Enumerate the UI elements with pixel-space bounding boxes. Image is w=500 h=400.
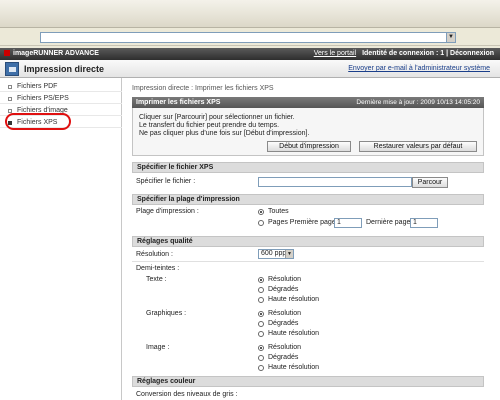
page-title: Impression directe: [24, 64, 105, 74]
option-label: Résolution: [268, 344, 302, 351]
product-logo: imageRUNNER ADVANCE: [4, 50, 99, 57]
panel-header: Imprimer les fichiers XPS Dernière mise …: [132, 97, 484, 108]
option-label: Dégradés: [268, 320, 299, 327]
last-page-input[interactable]: 1: [410, 218, 438, 228]
range-label: Plage d'impression :: [136, 208, 199, 215]
file-section-header: Spécifier le fichier XPS: [132, 162, 484, 173]
logo-mark-icon: [4, 50, 10, 56]
graphics-label: Graphiques :: [146, 310, 187, 317]
breadcrumb: Impression directe : Imprimer les fichie…: [132, 85, 274, 92]
instruction-line: Ne pas cliquer plus d'une fois sur [Débu…: [139, 130, 310, 137]
portal-link[interactable]: Vers le portail: [314, 50, 356, 57]
last-update: Dernière mise à jour : 2009 10/13 14:05:…: [356, 99, 480, 106]
option-label: Dégradés: [268, 286, 299, 293]
highlight-annotation: [5, 113, 71, 130]
address-dropdown-icon[interactable]: ▼: [446, 32, 456, 43]
sidebar-item-pdf[interactable]: Fichiers PDF: [0, 81, 122, 92]
image-resolution-radio[interactable]: [258, 345, 264, 351]
graphics-resolution-radio[interactable]: [258, 311, 264, 317]
text-high-res-radio[interactable]: [258, 297, 264, 303]
option-label: Résolution: [268, 276, 302, 283]
quality-section-header: Réglages qualité: [132, 236, 484, 247]
sidebar-item-ps-eps[interactable]: Fichiers PS/EPS: [0, 93, 122, 104]
restore-defaults-button[interactable]: Restaurer valeurs par défaut: [359, 141, 477, 152]
image-label: Image :: [146, 344, 170, 351]
option-label: Dégradés: [268, 354, 299, 361]
image-high-res-radio[interactable]: [258, 365, 264, 371]
text-gradation-radio[interactable]: [258, 287, 264, 293]
browser-address-row: ▼: [0, 28, 500, 46]
header-right: Vers le portail Identité de connexion : …: [313, 50, 494, 57]
address-bar[interactable]: [40, 32, 455, 43]
graphics-high-res-radio[interactable]: [258, 331, 264, 337]
file-label: Spécifier le fichier :: [136, 178, 196, 185]
text-label: Texte :: [146, 276, 167, 283]
divider: [132, 261, 484, 262]
email-admin-link[interactable]: Envoyer par e-mail à l'administrateur sy…: [348, 65, 490, 72]
login-id: 1: [440, 50, 445, 57]
option-label: Haute résolution: [268, 296, 319, 303]
resolution-select[interactable]: 600 ppp ▼: [258, 249, 294, 259]
resolution-label: Résolution :: [136, 251, 173, 258]
page-title-bar: Impression directe Envoyer par e-mail à …: [0, 60, 500, 78]
logout-link[interactable]: Déconnexion: [450, 50, 494, 57]
option-label: Haute résolution: [268, 330, 319, 337]
instructions-box: Cliquer sur [Parcourir] pour sélectionne…: [132, 108, 484, 156]
range-section-header: Spécifier la plage d'impression: [132, 194, 484, 205]
bullet-icon: [8, 97, 12, 101]
instruction-line: Cliquer sur [Parcourir] pour sélectionne…: [139, 114, 295, 121]
logo-text: imageRUNNER ADVANCE: [13, 50, 99, 57]
browser-toolbar: [0, 0, 500, 28]
range-pages-label: Pages Première page :: [268, 219, 340, 226]
panel-title: Imprimer les fichiers XPS: [136, 99, 221, 106]
first-page-input[interactable]: 1: [334, 218, 362, 228]
graphics-gradation-radio[interactable]: [258, 321, 264, 327]
login-label: Identité de connexion :: [362, 50, 439, 57]
direct-print-icon: [5, 62, 19, 76]
range-all-radio[interactable]: [258, 209, 264, 215]
browse-button[interactable]: Parcour: [412, 177, 448, 188]
text-resolution-radio[interactable]: [258, 277, 264, 283]
main-content: Impression directe : Imprimer les fichie…: [122, 78, 500, 400]
last-page-label: Dernière page :: [366, 219, 415, 226]
chevron-down-icon: ▼: [285, 250, 293, 258]
option-label: Haute résolution: [268, 364, 319, 371]
gray-conversion-label: Conversion des niveaux de gris :: [136, 391, 238, 398]
color-section-header: Réglages couleur: [132, 376, 484, 387]
start-print-button[interactable]: Début d'impression: [267, 141, 351, 152]
halftone-label: Demi-teintes :: [136, 265, 180, 272]
instruction-line: Le transfert du fichier peut prendre du …: [139, 122, 280, 129]
file-input[interactable]: [258, 177, 412, 187]
image-gradation-radio[interactable]: [258, 355, 264, 361]
bullet-icon: [8, 85, 12, 89]
range-all-label: Toutes: [268, 208, 289, 215]
option-label: Résolution: [268, 310, 302, 317]
app-header: imageRUNNER ADVANCE Vers le portail Iden…: [0, 48, 500, 60]
range-pages-radio[interactable]: [258, 220, 264, 226]
